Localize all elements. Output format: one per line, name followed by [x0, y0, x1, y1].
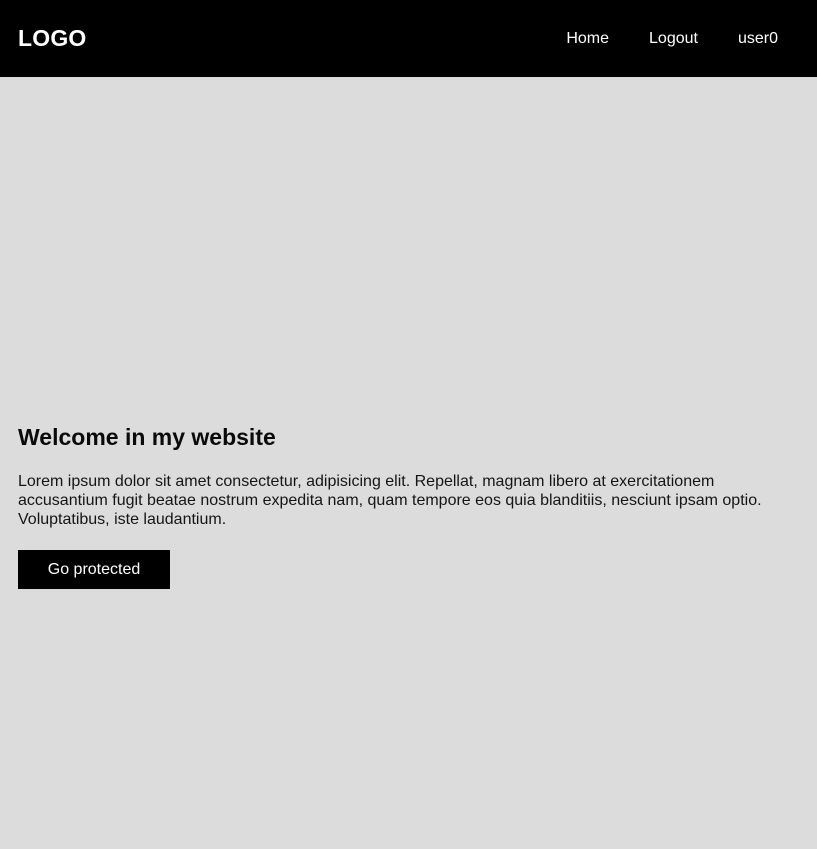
site-logo[interactable]: LOGO [18, 25, 87, 52]
nav-links: Home Logout user0 [566, 30, 778, 48]
nav-link-home[interactable]: Home [566, 30, 609, 48]
top-navbar: LOGO Home Logout user0 [0, 0, 817, 77]
hero-description: Lorem ipsum dolor sit amet consectetur, … [18, 473, 762, 528]
go-protected-button[interactable]: Go protected [18, 550, 170, 589]
hero-title: Welcome in my website [18, 424, 276, 450]
hero-section: Welcome in my website Lorem ipsum dolor … [18, 423, 799, 589]
nav-link-user[interactable]: user0 [738, 30, 778, 48]
nav-link-logout[interactable]: Logout [649, 30, 698, 48]
